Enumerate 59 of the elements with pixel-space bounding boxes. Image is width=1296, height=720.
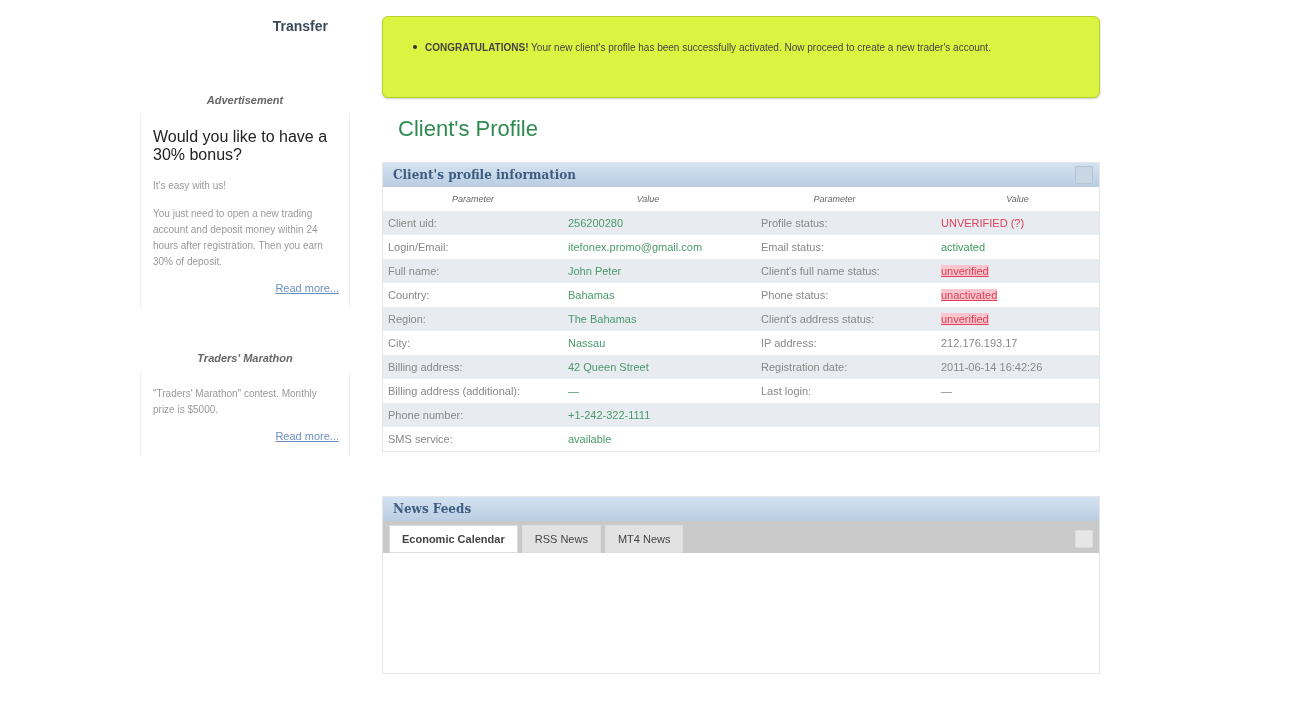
- sidebar-heading: Traders' Marathon: [196, 352, 294, 364]
- table-cell: Registration date:: [761, 361, 848, 373]
- status-value: unverified: [941, 313, 989, 325]
- column-header: Value: [563, 187, 733, 211]
- column-header: Value: [936, 187, 1099, 211]
- status-value: 2011-06-14 16:42:26: [941, 361, 1043, 373]
- tab[interactable]: MT4 News: [604, 525, 684, 553]
- table-cell: Billing address:: [383, 355, 563, 379]
- table-cell: Client's address status:: [761, 313, 875, 325]
- collapse-button[interactable]: [1075, 166, 1093, 184]
- table-cell: Phone number:: [383, 403, 563, 427]
- table-cell: SMS service:: [383, 427, 563, 451]
- table-cell: Client uid:: [383, 211, 563, 235]
- ad-text: It's easy with us!: [153, 179, 228, 193]
- table-cell: Billing address (additional):: [383, 379, 563, 403]
- table-cell: Nassau: [563, 331, 733, 355]
- table-cell: Phone status:: [761, 289, 829, 301]
- status-value: unverified: [941, 265, 989, 277]
- notice-text: CONGRATULATIONS! Your new client's profile has been successfully activated. Now proceed to create a new trader's account.: [425, 41, 991, 55]
- table-cell: 256200280: [563, 211, 733, 235]
- read-more-link[interactable]: Read more...: [275, 282, 339, 294]
- table-cell: Login/Email:: [383, 235, 563, 259]
- read-more-link[interactable]: Read more...: [275, 430, 339, 442]
- column-header: Parameter: [733, 187, 936, 211]
- table-cell: John Peter: [563, 259, 733, 283]
- table-cell: available: [563, 427, 733, 451]
- table-cell: The Bahamas: [563, 307, 733, 331]
- status-value: UNVERIFIED (?): [941, 217, 1025, 229]
- table-cell: City:: [383, 331, 563, 355]
- sidebar-heading: Advertisement: [205, 94, 285, 106]
- ad-title: Would you like to have a 30% bonus?: [153, 128, 329, 164]
- column-header: Parameter: [383, 187, 563, 211]
- table-cell: Last login:: [761, 385, 812, 397]
- table-cell: itefonex.promo@gmail.com: [563, 235, 733, 259]
- tab[interactable]: RSS News: [521, 525, 601, 553]
- table-cell: 42 Queen Street: [563, 355, 733, 379]
- tab[interactable]: Economic Calendar: [389, 525, 518, 553]
- table-cell: Country:: [383, 283, 563, 307]
- bullet-icon: [413, 45, 417, 49]
- table-cell: +1-242-322-1111: [563, 403, 733, 427]
- transfer-link[interactable]: Transfer: [272, 18, 328, 34]
- status-value: unactivated: [941, 289, 998, 301]
- status-value: activated: [941, 241, 986, 253]
- table-cell: Bahamas: [563, 283, 733, 307]
- ad-text: You just need to open a new trading account and deposit money within 24 hours after registration. Then you earn 30% of deposit.: [153, 207, 324, 269]
- table-cell: Region:: [383, 307, 563, 331]
- table-cell: Full name:: [383, 259, 563, 283]
- table-cell: —: [563, 379, 733, 403]
- panel-button[interactable]: [1075, 530, 1093, 548]
- status-value: 212.176.193.17: [941, 337, 1018, 349]
- table-cell: Email status:: [761, 241, 824, 253]
- page-title: Client's Profile: [398, 116, 539, 142]
- panel-title: Client's profile information: [393, 168, 577, 182]
- table-cell: Client's full name status:: [761, 265, 880, 277]
- ad-text: "Traders' Marathon" contest. Monthly prize is $5000.: [153, 387, 318, 417]
- table-cell: IP address:: [761, 337, 817, 349]
- status-value: —: [941, 385, 952, 397]
- table-cell: Profile status:: [761, 217, 828, 229]
- panel-title: News Feeds: [393, 502, 472, 516]
